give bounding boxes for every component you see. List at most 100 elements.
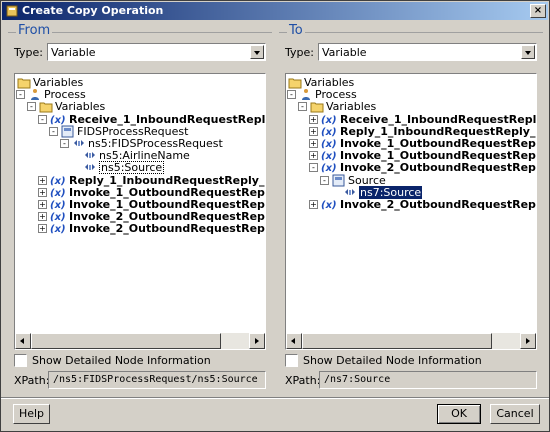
- tree-node[interactable]: ns5:Source: [15, 161, 265, 175]
- tree-node[interactable]: +(x)Invoke_2_OutboundRequestReply_Outpu: [15, 222, 265, 235]
- tree-node-label[interactable]: ns5:Source: [99, 161, 165, 175]
- tree-node-label[interactable]: Invoke_2_OutboundRequestReply_Input: [69, 210, 265, 223]
- tree-node-label[interactable]: Variables: [55, 100, 105, 113]
- cancel-button[interactable]: Cancel: [490, 404, 540, 424]
- tree-node[interactable]: +(x)Invoke_2_OutboundRequestReply_Input: [15, 210, 265, 223]
- variable-icon: (x): [50, 186, 66, 199]
- tree-node[interactable]: +(x)Invoke_1_OutboundRequestReply_Outpu: [15, 198, 265, 211]
- to-variable-tree[interactable]: +(x)Invoke_2_OutboundRequestReply_Outpun…: [285, 73, 537, 350]
- tree-node[interactable]: -(x)Receive_1_InboundRequestReply_InputV…: [15, 113, 265, 126]
- scroll-left-icon[interactable]: [286, 333, 302, 349]
- tree-node[interactable]: Variables: [286, 76, 536, 89]
- scroll-right-icon[interactable]: [249, 333, 265, 349]
- to-show-detail-label[interactable]: Show Detailed Node Information: [303, 354, 482, 367]
- collapse-icon[interactable]: -: [60, 139, 69, 148]
- collapse-icon[interactable]: -: [298, 102, 307, 112]
- expand-icon[interactable]: +: [38, 187, 47, 197]
- svg-text:(x): (x): [321, 139, 337, 150]
- tree-node-label[interactable]: Invoke_2_OutboundRequestReply_Input: [340, 161, 536, 174]
- expand-icon[interactable]: +: [309, 151, 318, 161]
- svg-text:(x): (x): [321, 200, 337, 211]
- tree-node[interactable]: ns5:AirlineName: [15, 149, 265, 162]
- scroll-thumb[interactable]: [31, 333, 221, 349]
- tree-node-label[interactable]: Invoke_1_OutboundRequestReply_Outpu: [69, 198, 265, 211]
- variable-icon: (x): [50, 113, 66, 126]
- tree-node[interactable]: +(x)Invoke_1_OutboundRequestReply_Outpu: [286, 149, 536, 162]
- chevron-down-icon[interactable]: [250, 45, 264, 59]
- scroll-left-icon[interactable]: [15, 333, 31, 349]
- expand-icon[interactable]: +: [38, 200, 47, 209]
- expand-icon[interactable]: +: [309, 200, 318, 209]
- collapse-icon[interactable]: -: [27, 102, 36, 112]
- tree-node[interactable]: -(x)Invoke_2_OutboundRequestReply_Input: [286, 161, 536, 174]
- collapse-icon[interactable]: -: [309, 163, 318, 173]
- tree-node-label[interactable]: Variables: [33, 76, 83, 89]
- tree-node-label[interactable]: Receive_1_InboundRequestReply_InputV: [340, 113, 536, 126]
- tree-node-label[interactable]: Reply_1_InboundRequestReply_OutputV: [340, 125, 536, 138]
- tree-node-label[interactable]: Invoke_2_OutboundRequestReply_Outpu: [340, 198, 536, 211]
- tree-node[interactable]: Variables: [15, 76, 265, 89]
- tree-node[interactable]: - Process: [15, 88, 265, 101]
- from-show-detail-checkbox[interactable]: [14, 354, 27, 367]
- collapse-icon[interactable]: -: [287, 90, 296, 100]
- expand-icon[interactable]: +: [38, 212, 47, 222]
- tree-node[interactable]: +(x)Reply_1_InboundRequestReply_OutputV: [286, 125, 536, 138]
- close-button[interactable]: ×: [530, 4, 546, 18]
- from-horizontal-scrollbar[interactable]: [15, 333, 265, 349]
- tree-node-label[interactable]: Source: [348, 174, 386, 187]
- tree-node-label[interactable]: Variables: [326, 100, 376, 113]
- tree-node[interactable]: - ns5:FIDSProcessRequest: [15, 137, 265, 150]
- tree-node[interactable]: - Process: [286, 88, 536, 101]
- to-show-detail-checkbox[interactable]: [285, 354, 298, 367]
- collapse-icon[interactable]: -: [49, 126, 58, 136]
- expand-icon[interactable]: +: [309, 114, 318, 124]
- tree-node-label[interactable]: Process: [44, 88, 86, 101]
- from-show-detail-label[interactable]: Show Detailed Node Information: [32, 354, 211, 367]
- to-type-value: Variable: [322, 46, 367, 59]
- tree-node[interactable]: ns7:Source: [286, 185, 536, 199]
- tree-node[interactable]: - Source: [286, 174, 536, 187]
- tree-node-label[interactable]: ns7:Source: [359, 185, 423, 199]
- svg-text:(x): (x): [50, 224, 66, 235]
- collapse-icon[interactable]: -: [16, 90, 25, 100]
- variable-icon: (x): [321, 137, 337, 150]
- tree-node[interactable]: +(x)Receive_1_InboundRequestReply_InputV: [286, 113, 536, 126]
- from-type-select[interactable]: Variable: [47, 43, 266, 61]
- tree-node[interactable]: +(x)Invoke_1_OutboundRequestReply_Input: [286, 137, 536, 150]
- to-xpath-field[interactable]: /ns7:Source: [319, 371, 537, 389]
- title-bar[interactable]: Create Copy Operation ×: [2, 2, 548, 20]
- tree-node[interactable]: +(x)Invoke_2_OutboundRequestReply_Outpu: [286, 198, 536, 211]
- chevron-down-icon[interactable]: [521, 45, 535, 59]
- expand-icon[interactable]: +: [38, 175, 47, 185]
- tree-node-label[interactable]: Invoke_1_OutboundRequestReply_Input: [69, 186, 265, 199]
- tree-node-label[interactable]: Process: [315, 88, 357, 101]
- tree-node-label[interactable]: Reply_1_InboundRequestReply_OutputVa: [69, 174, 265, 187]
- tree-node[interactable]: +(x)Reply_1_InboundRequestReply_OutputVa: [15, 174, 265, 187]
- tree-node-label[interactable]: ns5:AirlineName: [99, 149, 190, 162]
- from-variable-tree[interactable]: +(x)Invoke_2_OutboundRequestReply_Outpu+…: [14, 73, 266, 350]
- expand-icon[interactable]: +: [309, 126, 318, 136]
- collapse-icon[interactable]: -: [320, 175, 329, 185]
- tree-node[interactable]: - FIDSProcessRequest: [15, 125, 265, 138]
- tree-node[interactable]: +(x)Invoke_1_OutboundRequestReply_Input: [15, 186, 265, 199]
- tree-node-label[interactable]: Invoke_2_OutboundRequestReply_Outpu: [69, 222, 265, 235]
- to-horizontal-scrollbar[interactable]: [286, 333, 536, 349]
- scroll-thumb[interactable]: [302, 333, 492, 349]
- tree-node[interactable]: - Variables: [15, 100, 265, 113]
- tree-node[interactable]: - Variables: [286, 100, 536, 113]
- tree-node-label[interactable]: Invoke_1_OutboundRequestReply_Outpu: [340, 149, 536, 162]
- to-type-select[interactable]: Variable: [318, 43, 537, 61]
- tree-node-label[interactable]: Invoke_1_OutboundRequestReply_Input: [340, 137, 536, 150]
- from-xpath-field[interactable]: /ns5:FIDSProcessRequest/ns5:Source: [48, 371, 266, 389]
- expand-icon[interactable]: +: [38, 224, 47, 234]
- ok-button[interactable]: OK: [437, 404, 481, 424]
- tree-node-label[interactable]: Variables: [304, 76, 354, 89]
- tree-node-label[interactable]: Receive_1_InboundRequestReply_InputVa: [69, 113, 265, 126]
- tree-node-label[interactable]: FIDSProcessRequest: [77, 125, 188, 138]
- expand-icon[interactable]: +: [309, 139, 318, 148]
- to-panel: To Type: Variable + (x) Invoke_2_OutboundR…: [279, 23, 543, 393]
- help-button[interactable]: Help: [13, 404, 50, 424]
- scroll-right-icon[interactable]: [520, 333, 536, 349]
- collapse-icon[interactable]: -: [38, 114, 47, 124]
- tree-node-label[interactable]: ns5:FIDSProcessRequest: [88, 137, 223, 150]
